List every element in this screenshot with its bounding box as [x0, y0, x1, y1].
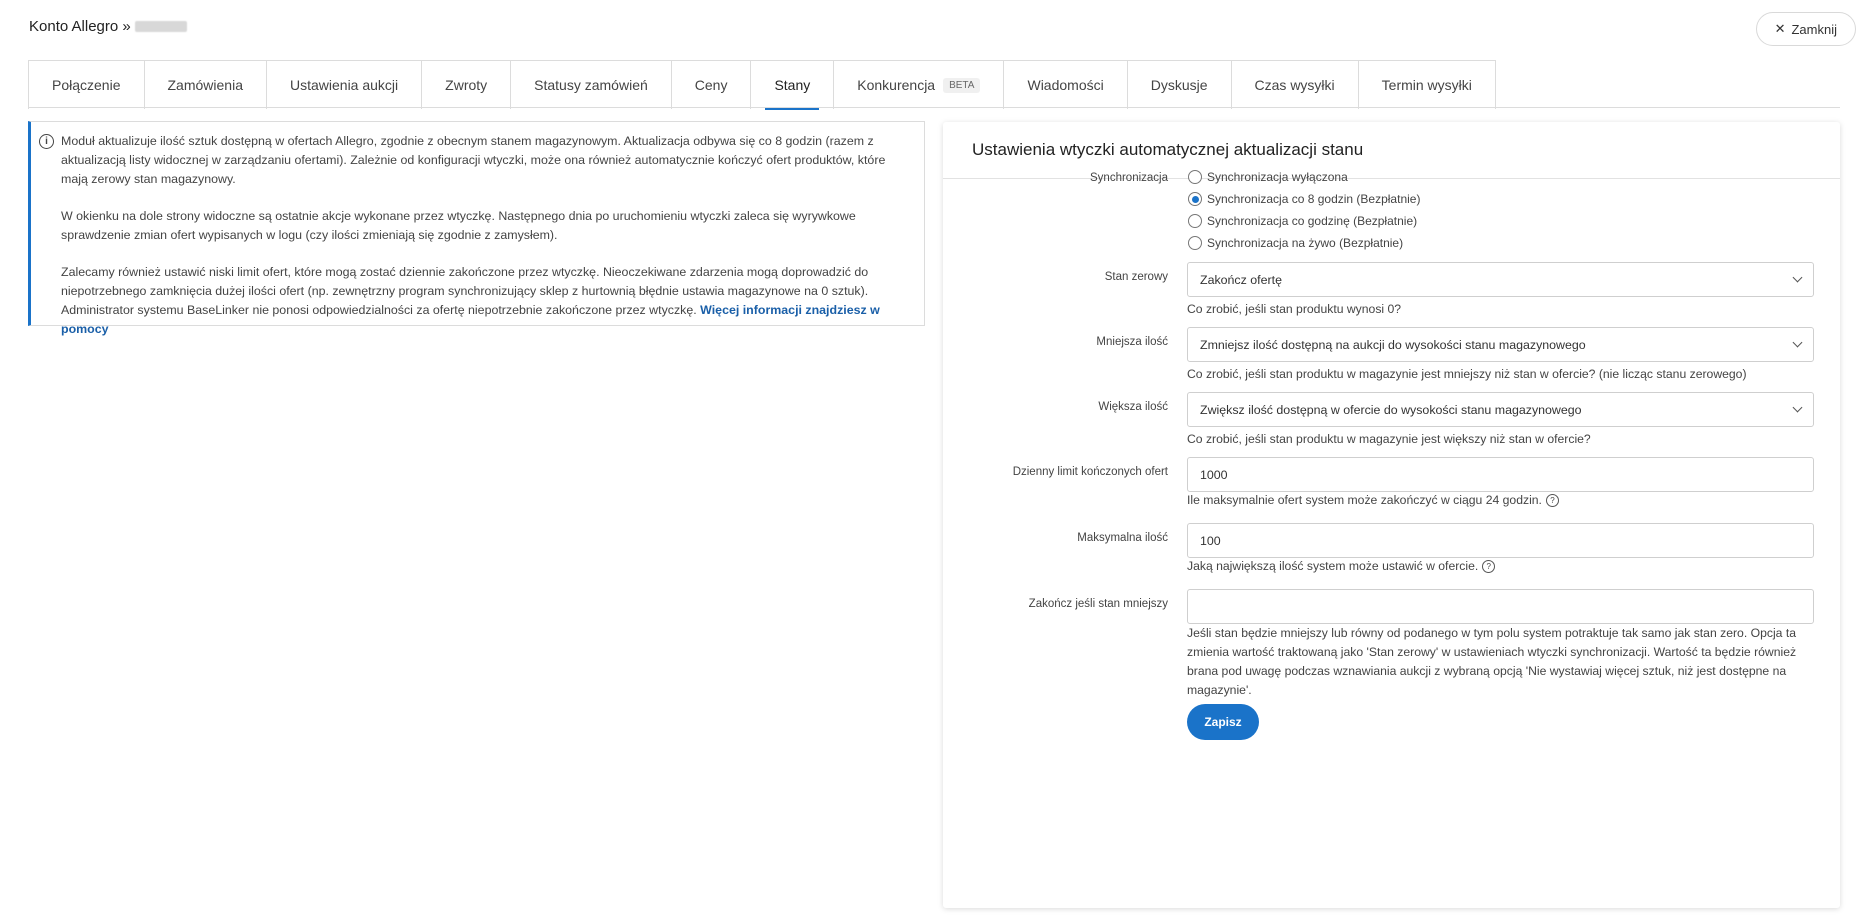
chevron-down-icon: [1792, 337, 1803, 348]
close-button[interactable]: ✕ Zamknij: [1755, 12, 1856, 46]
end-if-less-help: Jeśli stan będzie mniejszy lub równy od …: [1187, 626, 1797, 697]
page-title: Konto Allegro »: [29, 18, 131, 35]
tab-wiadomosci[interactable]: Wiadomości: [1004, 61, 1128, 109]
beta-badge: BETA: [943, 77, 981, 93]
radio-circle: [1188, 214, 1202, 228]
more-qty-help: Co zrobić, jeśli stan produktu w magazyn…: [1187, 432, 1591, 446]
info-box: i Moduł aktualizuje ilość sztuk dostępną…: [28, 121, 925, 336]
zero-stock-help: Co zrobić, jeśli stan produktu wynosi 0?: [1187, 302, 1402, 316]
radio-circle-checked: [1188, 192, 1202, 206]
tab-stany[interactable]: Stany: [751, 61, 835, 110]
radio-sync-8h[interactable]: Synchronizacja co 8 godzin (Bezpłatnie): [1188, 192, 1420, 206]
max-qty-label: Maksymalna ilość: [1077, 532, 1168, 544]
panel-title: Ustawienia wtyczki automatycznej aktuali…: [943, 122, 1840, 179]
less-qty-select[interactable]: Zmniejsz ilość dostępną na aukcji do wys…: [1187, 327, 1814, 362]
chevron-down-icon: [1792, 272, 1803, 283]
help-icon[interactable]: ?: [1482, 560, 1496, 574]
tab-zamowienia[interactable]: Zamówienia: [145, 61, 267, 109]
account-name-redacted: [134, 21, 187, 32]
tab-statusy-zamowien[interactable]: Statusy zamówień: [511, 61, 672, 109]
tab-dyskusje[interactable]: Dyskusje: [1128, 61, 1232, 109]
tab-bar: Połączenie Zamówienia Ustawienia aukcji …: [28, 60, 1496, 110]
tab-ceny[interactable]: Ceny: [672, 61, 752, 109]
tab-termin-wysylki[interactable]: Termin wysyłki: [1359, 61, 1495, 109]
help-icon[interactable]: ?: [1545, 494, 1559, 508]
info-paragraph-3: Zalecamy również ustawić niski limit ofe…: [61, 265, 880, 336]
radio-sync-off[interactable]: Synchronizacja wyłączona: [1188, 170, 1348, 184]
tab-czas-wysylki[interactable]: Czas wysyłki: [1232, 61, 1359, 109]
sync-label: Synchronizacja: [1090, 172, 1168, 184]
info-icon: i: [39, 134, 54, 149]
more-qty-label: Większa ilość: [1098, 401, 1168, 413]
zero-stock-label: Stan zerowy: [1104, 271, 1168, 283]
max-qty-help: Jaką największą ilość system może ustawi…: [1187, 557, 1812, 576]
less-qty-help: Co zrobić, jeśli stan produktu w magazyn…: [1187, 367, 1747, 381]
breadcrumb: Konto Allegro »: [29, 18, 187, 35]
end-if-less-input[interactable]: [1187, 589, 1814, 624]
daily-limit-label: Dzienny limit kończonych ofert: [1012, 466, 1168, 478]
radio-circle: [1188, 236, 1202, 250]
daily-limit-help: Ile maksymalnie ofert system może zakońc…: [1187, 491, 1812, 510]
radio-sync-1h[interactable]: Synchronizacja co godzinę (Bezpłatnie): [1188, 214, 1417, 228]
daily-limit-input[interactable]: 1000: [1187, 457, 1814, 492]
info-paragraph-2: W okienku na dole strony widoczne są ost…: [61, 209, 856, 242]
end-if-less-label: Zakończ jeśli stan mniejszy: [1028, 598, 1168, 610]
tab-ustawienia-aukcji[interactable]: Ustawienia aukcji: [267, 61, 423, 109]
close-icon: ✕: [1774, 21, 1786, 36]
radio-sync-live[interactable]: Synchronizacja na żywo (Bezpłatnie): [1188, 236, 1403, 250]
chevron-down-icon: [1792, 402, 1803, 413]
tab-polaczenie[interactable]: Połączenie: [29, 61, 145, 109]
less-qty-label: Mniejsza ilość: [1096, 336, 1168, 348]
tab-konkurencja[interactable]: Konkurencja BETA: [834, 61, 1005, 109]
info-paragraph-1: Moduł aktualizuje ilość sztuk dostępną w…: [61, 134, 886, 186]
more-qty-select[interactable]: Zwiększ ilość dostępną w ofercie do wyso…: [1187, 392, 1814, 427]
zero-stock-select[interactable]: Zakończ ofertę: [1187, 262, 1814, 297]
tab-zwroty[interactable]: Zwroty: [422, 61, 512, 109]
radio-circle: [1188, 170, 1202, 184]
tab-divider: [28, 107, 1840, 108]
save-button[interactable]: Zapisz: [1187, 704, 1259, 740]
max-qty-input[interactable]: 100: [1187, 523, 1814, 558]
settings-panel: Ustawienia wtyczki automatycznej aktuali…: [943, 122, 1840, 908]
